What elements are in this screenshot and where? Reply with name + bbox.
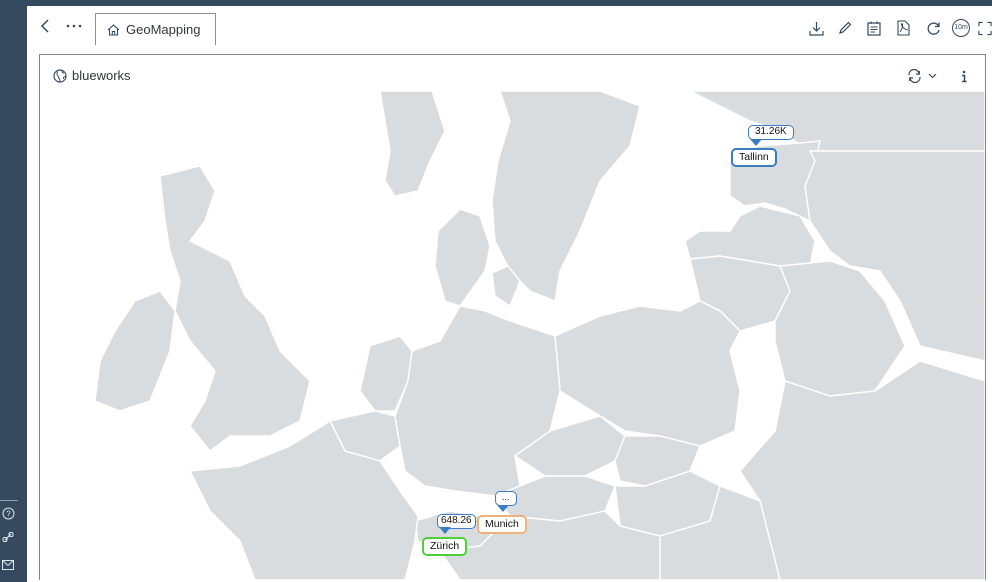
link-icon[interactable] [1,530,15,544]
pencil-icon [839,21,852,34]
story-toolbar: GeoMapping 10m [27,6,992,47]
map-pin-icon [497,505,509,512]
back-button[interactable] [37,16,53,36]
marker-city-munich[interactable]: Munich [477,515,527,534]
marker-value-munich: ... [495,491,517,506]
refresh-interval-label: 10m [954,24,968,31]
help-icon[interactable]: ? [1,506,15,520]
marker-value-tallinn: 31.26K [748,125,794,140]
map-pin-icon [439,527,451,534]
chevron-down-icon [928,73,936,79]
left-side-rail: ? [0,6,27,582]
widget-refresh-button[interactable] [904,68,924,84]
calendar-icon [867,21,881,36]
map-pin-icon [750,139,762,146]
refresh-button[interactable] [924,19,942,37]
refresh-icon [927,21,940,35]
country-norway [379,91,446,197]
pdf-export-button[interactable] [894,19,912,37]
country-uk [159,165,311,452]
calendar-button[interactable] [865,19,883,37]
auto-refresh-button[interactable]: 10m [951,19,971,37]
globe-icon [53,69,67,83]
mail-icon[interactable] [1,558,15,572]
info-icon [962,70,967,82]
download-icon [808,21,824,36]
fullscreen-button[interactable] [978,19,992,37]
refresh-icon [907,69,921,83]
export-button[interactable] [807,19,825,37]
country-belarus [774,260,906,397]
edit-button[interactable] [836,19,854,37]
widget-refresh-menu-button[interactable] [925,70,939,82]
ellipsis-icon [66,24,82,28]
widget-title: blueworks [72,68,131,83]
home-icon [107,23,120,36]
map-area[interactable]: 31.26K Tallinn ... Munich 648.26 Zürich [40,91,985,580]
pdf-icon [896,20,910,36]
widget-info-button[interactable] [957,68,971,84]
country-ukraine [739,360,985,580]
country-ireland [94,290,176,412]
svg-text:?: ? [6,509,11,518]
country-sweden [491,91,641,302]
tab-geomapping[interactable]: GeoMapping [95,13,216,45]
more-button[interactable] [63,18,85,34]
country-finland [689,91,985,152]
country-denmark [434,208,491,307]
chevron-left-icon [40,19,49,33]
marker-city-zurich[interactable]: Zürich [422,537,468,556]
marker-city-tallinn[interactable]: Tallinn [731,148,777,167]
map-svg [94,91,985,580]
expand-icon [978,21,992,35]
timer-icon: 10m [952,19,970,37]
tab-label: GeoMapping [126,22,201,37]
rail-divider [0,500,18,501]
